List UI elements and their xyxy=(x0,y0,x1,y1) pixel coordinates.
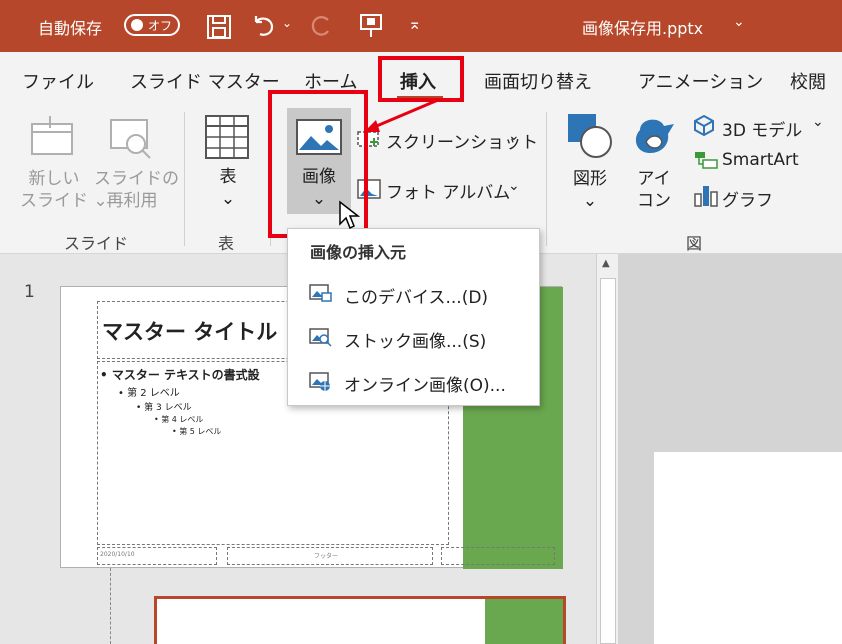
smartart-icon xyxy=(695,152,718,169)
reuse-slide-line2: 再利用 xyxy=(106,191,158,211)
shapes-button[interactable]: 図形 ⌄ xyxy=(566,168,614,212)
bullet-level-4: • 第 4 レベル xyxy=(154,415,204,424)
reuse-slide-button: スライドの 再利用 xyxy=(94,168,179,212)
date-placeholder: 2020/10/10 xyxy=(97,547,217,565)
shapes-chevron-icon: ⌄ xyxy=(582,191,598,211)
illustrations-group-label: 図 xyxy=(686,234,703,253)
bullet-level-1: • マスター テキストの書式設 xyxy=(100,368,260,382)
present-icon[interactable] xyxy=(358,12,386,40)
photo-album-button[interactable]: フォト アルバム xyxy=(386,178,510,203)
toggle-knob xyxy=(131,19,143,31)
menu-item-online-pictures[interactable]: オンライン画像(O)... xyxy=(288,361,539,401)
shapes-label: 図形 xyxy=(573,169,607,189)
scroll-up-icon[interactable]: ▲ xyxy=(602,258,610,269)
reuse-slide-line1: スライドの xyxy=(94,169,179,189)
title-bar: 自動保存 オフ ⌄ ⌅ 画像保存用.pptx ⌄ xyxy=(0,0,842,52)
icons-button[interactable]: アイ コン xyxy=(632,168,676,212)
3d-model-chevron-icon[interactable]: ⌄ xyxy=(812,114,824,130)
scrollbar-thumb[interactable] xyxy=(600,278,616,644)
new-slide-icon xyxy=(31,116,73,155)
autosave-toggle[interactable]: オフ xyxy=(124,14,180,36)
menu-item-stock-images[interactable]: ストック画像...(S) xyxy=(288,317,539,357)
slides-group-label: スライド xyxy=(64,234,129,253)
slide-editor-area xyxy=(618,254,842,644)
tab-slide-master[interactable]: スライド マスター xyxy=(130,68,280,94)
master-title-text: マスター タイトル xyxy=(102,320,278,344)
menu-item-this-device[interactable]: このデバイス...(D) xyxy=(288,273,539,313)
new-slide-line2: スライド xyxy=(20,191,88,211)
tab-review[interactable]: 校閲 xyxy=(790,68,826,94)
new-slide-button: 新しい スライド ⌄ xyxy=(20,168,108,212)
shapes-icon xyxy=(568,114,612,158)
menu-header: 画像の挿入元 xyxy=(310,243,407,262)
table-chevron-icon: ⌄ xyxy=(220,189,236,209)
3d-model-button[interactable]: 3D モデル xyxy=(722,116,802,141)
table-icon xyxy=(205,115,249,159)
redo-icon xyxy=(311,16,329,36)
layout-slide-thumbnail[interactable] xyxy=(154,596,566,644)
editor-slide-canvas[interactable] xyxy=(654,452,842,644)
undo-chevron-icon[interactable]: ⌄ xyxy=(282,16,292,30)
reuse-slide-icon xyxy=(110,119,151,159)
tab-file[interactable]: ファイル xyxy=(22,68,94,94)
icons-label-line2: コン xyxy=(637,191,671,211)
chart-icon xyxy=(694,186,718,207)
this-device-icon xyxy=(309,284,332,302)
smartart-button[interactable]: SmartArt xyxy=(722,150,799,170)
icons-label-line1: アイ xyxy=(637,169,671,189)
layout-green-bar xyxy=(485,599,563,644)
stock-images-icon xyxy=(309,328,332,347)
autosave-label: 自動保存 xyxy=(38,19,103,38)
table-label: 表 xyxy=(219,167,237,187)
bullet-level-2: • 第 2 レベル xyxy=(118,388,180,399)
photo-album-chevron-icon[interactable]: ⌄ xyxy=(508,178,520,194)
file-name[interactable]: 画像保存用.pptx xyxy=(582,15,703,39)
screenshot-chevron-icon[interactable]: ⌄ xyxy=(508,128,520,144)
table-button[interactable]: 表 ⌄ xyxy=(208,166,248,210)
chart-button[interactable]: グラフ xyxy=(722,186,773,211)
save-icon[interactable] xyxy=(206,14,232,40)
insert-picture-menu: 画像の挿入元 このデバイス...(D) ストック画像...(S) オンライン画像… xyxy=(287,228,540,406)
filename-chevron-icon[interactable]: ⌄ xyxy=(733,14,745,30)
footer-placeholder: フッター xyxy=(227,547,433,565)
footer-text: フッター xyxy=(314,553,339,560)
mouse-cursor-icon xyxy=(339,200,361,230)
slide-number: 1 xyxy=(24,282,35,302)
customize-toolbar-icon[interactable]: ⌅ xyxy=(408,14,421,33)
layout-connector-line xyxy=(110,568,111,644)
footer-date: 2020/10/10 xyxy=(100,551,135,558)
thumbnails-scrollbar[interactable]: ▲ xyxy=(596,254,618,644)
tab-transitions[interactable]: 画面切り替え xyxy=(484,68,592,94)
bullet-level-3: • 第 3 レベル xyxy=(136,403,192,413)
3d-model-icon xyxy=(694,114,714,136)
group-divider xyxy=(546,112,547,246)
menu-item-label: オンライン画像(O)... xyxy=(344,376,506,396)
tab-animations[interactable]: アニメーション xyxy=(638,68,763,94)
menu-item-label: ストック画像...(S) xyxy=(344,332,487,352)
group-divider xyxy=(184,112,185,246)
bullet-level-5: • 第 5 レベル xyxy=(172,427,222,436)
new-slide-line2-wrap: スライド ⌄ xyxy=(20,191,108,211)
slide-number-placeholder xyxy=(441,547,555,565)
undo-icon[interactable] xyxy=(250,12,278,40)
autosave-state: オフ xyxy=(148,19,173,33)
menu-item-label: このデバイス...(D) xyxy=(344,288,489,308)
new-slide-line1: 新しい xyxy=(28,169,80,189)
icons-icon xyxy=(635,119,674,154)
online-pictures-icon xyxy=(309,372,330,391)
annotation-arrow-icon xyxy=(364,98,439,132)
table-group-label: 表 xyxy=(218,234,235,253)
